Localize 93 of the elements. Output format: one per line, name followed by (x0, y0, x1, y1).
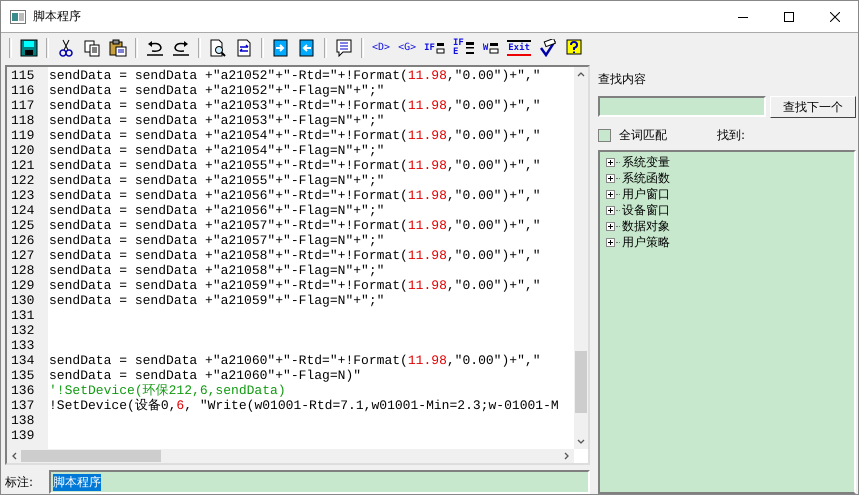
code-line: sendData = sendData +″a21059″+″-Rtd=″+!Format(11.98,″0.00″)+″,″ (49, 278, 540, 293)
line-number: 135 (10, 368, 36, 383)
copy-icon[interactable] (83, 38, 101, 56)
tag-button[interactable]: <D> (372, 38, 390, 58)
code-line: sendData = sendData +″a21053″+″-Rtd=″+!Format(11.98,″0.00″)+″,″ (49, 98, 540, 113)
code-line: sendData = sendData +″a21056″+″-Rtd=″+!Format(11.98,″0.00″)+″,″ (49, 188, 540, 203)
line-number: 117 (10, 98, 36, 113)
line-number: 128 (10, 263, 36, 278)
maximize-icon[interactable] (784, 12, 794, 22)
scrollbar-thumb[interactable] (575, 351, 587, 413)
code-line: sendData = sendData +″a21053″+″-Flag=N″+″;″ (49, 113, 384, 128)
paste-icon[interactable] (109, 38, 127, 56)
line-number: 121 (10, 158, 36, 173)
code-line: sendData = sendData +″a21060″+″-Rtd=″+!Format(11.98,″0.00″)+″,″ (49, 353, 540, 368)
checkbox-label: 全词匹配 (619, 127, 667, 144)
line-number: 125 (10, 218, 36, 233)
line-number: 122 (10, 173, 36, 188)
tag-button[interactable]: <G> (398, 38, 416, 58)
find-next-button[interactable]: 查找下一个 (770, 96, 856, 118)
line-number: 130 (10, 293, 36, 308)
checkbox[interactable] (598, 129, 611, 142)
code-line: sendData = sendData +″a21060″+″-Flag=N)″ (49, 368, 362, 383)
line-number: 136 (10, 383, 36, 398)
expand-icon[interactable] (606, 222, 615, 230)
line-number: 119 (10, 128, 36, 143)
code-line: sendData = sendData +″a21054″+″-Rtd=″+!Format(11.98,″0.00″)+″,″ (49, 128, 540, 143)
tree-item[interactable]: 设备窗口 (622, 202, 670, 218)
if-button[interactable]: IF (424, 38, 445, 58)
expand-icon[interactable] (606, 174, 615, 182)
bars-icon (464, 40, 475, 54)
line-number: 138 (10, 413, 36, 428)
arrow-out-page-icon[interactable] (298, 38, 316, 56)
code-line: sendData = sendData +″a21054″+″-Flag=N″+″;″ (49, 143, 384, 158)
save-icon[interactable] (20, 38, 38, 56)
bars-icon (489, 40, 500, 54)
line-number: 120 (10, 143, 36, 158)
checkmark-icon[interactable] (538, 38, 557, 56)
line-number: 124 (10, 203, 36, 218)
line-number: 126 (10, 233, 36, 248)
line-number: 131 (10, 308, 36, 323)
search-field[interactable] (598, 96, 766, 117)
scissors-icon[interactable] (57, 38, 75, 56)
help-icon[interactable] (564, 38, 583, 56)
line-number: 134 (10, 353, 36, 368)
line-number: 123 (10, 188, 36, 203)
app-icon (10, 10, 26, 24)
tree-item[interactable]: 系统函数 (622, 170, 670, 186)
speech-bubble-icon[interactable] (335, 38, 353, 56)
scrollbar-thumb[interactable] (21, 450, 161, 462)
document-arrows-icon[interactable] (235, 38, 253, 56)
line-number: 116 (10, 83, 36, 98)
arrow-in-page-icon[interactable] (272, 38, 290, 56)
note-field[interactable]: 脚本程序 (49, 470, 590, 494)
exit-button[interactable]: Exit (507, 40, 531, 56)
tree-item[interactable]: 用户策略 (622, 234, 670, 250)
search-label: 查找内容 (598, 71, 647, 88)
tree-item[interactable]: 数据对象 (622, 218, 670, 234)
window-title: 脚本程序 (33, 8, 81, 25)
code-line: sendData = sendData +″a21058″+″-Flag=N″+″;″ (49, 263, 384, 278)
redo-icon[interactable] (172, 38, 190, 56)
found-label: 找到: (717, 127, 746, 144)
code-line: !SetDevice(设备0,6, ″Write(w01001-Rtd=7.1,w01001-Min=2.3;w-01001-M (49, 398, 559, 413)
code-line: sendData = sendData +″a21059″+″-Flag=N″+″;″ (49, 293, 384, 308)
expand-icon[interactable] (606, 190, 615, 198)
code-line: sendData = sendData +″a21057″+″-Flag=N″+″;″ (49, 233, 384, 248)
code-line: sendData = sendData +″a21057″+″-Rtd=″+!Format(11.98,″0.00″)+″,″ (49, 218, 540, 233)
line-number: 132 (10, 323, 36, 338)
bars-icon (436, 42, 445, 54)
if-else-button[interactable]: IF E (452, 38, 475, 58)
code-line: sendData = sendData +″a21058″+″-Rtd=″+!Format(11.98,″0.00″)+″,″ (49, 248, 540, 263)
while-button[interactable]: W (482, 38, 500, 58)
tree-item[interactable]: 用户窗口 (622, 186, 670, 202)
tree-item[interactable]: 系统变量 (622, 154, 670, 170)
code-line: '!SetDevice(环保212,6,sendData) (49, 383, 286, 398)
line-number: 118 (10, 113, 36, 128)
code-line: sendData = sendData +″a21052″+″-Rtd=″+!Format(11.98,″0.00″)+″,″ (49, 68, 540, 83)
expand-icon[interactable] (606, 238, 615, 246)
expand-icon[interactable] (606, 206, 615, 214)
undo-icon[interactable] (146, 38, 164, 56)
line-number: 127 (10, 248, 36, 263)
code-line: sendData = sendData +″a21056″+″-Flag=N″+″;″ (49, 203, 384, 218)
line-number: 129 (10, 278, 36, 293)
close-icon[interactable] (830, 12, 840, 22)
line-number: 139 (10, 428, 36, 443)
note-label: 标注: (5, 474, 34, 490)
code-line: sendData = sendData +″a21055″+″-Rtd=″+!Format(11.98,″0.00″)+″,″ (49, 158, 540, 173)
line-number: 115 (10, 68, 36, 83)
document-search-icon[interactable] (209, 38, 227, 56)
code-line: sendData = sendData +″a21052″+″-Flag=N″+″;″ (49, 83, 384, 98)
line-number: 137 (10, 398, 36, 413)
expand-icon[interactable] (606, 158, 615, 166)
line-number: 133 (10, 338, 36, 353)
code-line: sendData = sendData +″a21055″+″-Flag=N″+″;″ (49, 173, 384, 188)
